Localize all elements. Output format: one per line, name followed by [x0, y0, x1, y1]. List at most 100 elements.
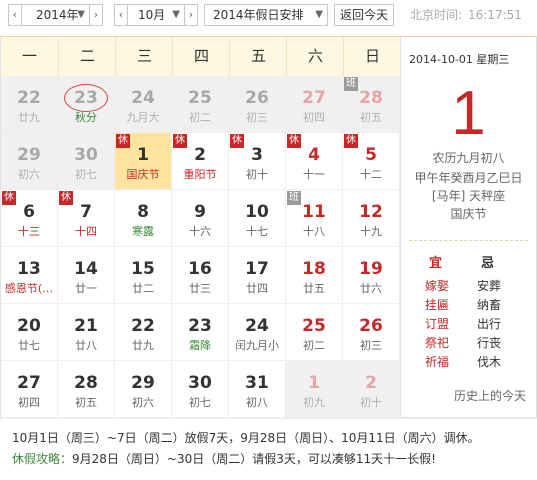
ganzhi-date: 甲午年癸酉月乙巳日: [414, 171, 523, 185]
day-cell[interactable]: 17 廿四: [229, 247, 286, 304]
day-cell[interactable]: 休 5 十二: [343, 133, 400, 190]
day-cell[interactable]: 31 初八: [229, 361, 286, 418]
lunar-label: 廿二: [132, 282, 154, 295]
day-number: 30: [74, 145, 98, 165]
zodiac-info: [马年] 天秤座: [431, 189, 506, 203]
prev-year-button[interactable]: ‹: [8, 4, 22, 26]
yi-item[interactable]: 祈福: [425, 353, 449, 372]
history-today-link[interactable]: 历史上的今天: [454, 387, 526, 404]
day-cell[interactable]: 24 九月大: [115, 76, 172, 133]
weekday-wed: 三: [115, 37, 173, 76]
lunar-label: 重阳节: [183, 168, 217, 181]
day-cell[interactable]: 2 初十: [343, 361, 400, 418]
day-number: 2: [365, 373, 377, 393]
day-cell[interactable]: 休 3 初十: [229, 133, 286, 190]
year-select-value: 2014年: [36, 8, 79, 22]
day-cell[interactable]: 8 寒露: [115, 190, 172, 247]
day-cell[interactable]: 25 初二: [172, 76, 229, 133]
tip-text: 9月28日（周日）~30日（周二）请假3天，可以凑够11天十一长假!: [72, 452, 436, 466]
day-cell[interactable]: 27 初四: [1, 361, 58, 418]
day-cell[interactable]: 21 廿八: [58, 304, 115, 361]
day-cell[interactable]: 22 廿九: [1, 76, 58, 133]
ji-item: 纳畜: [477, 298, 502, 312]
day-cell[interactable]: 19 廿六: [343, 247, 400, 304]
yi-item[interactable]: 嫁娶: [425, 277, 449, 296]
day-cell[interactable]: 10 十七: [229, 190, 286, 247]
day-number: 1: [308, 373, 320, 393]
day-cell[interactable]: 班 11 十八: [286, 190, 343, 247]
day-cell[interactable]: 23 秋分: [58, 76, 115, 133]
day-cell[interactable]: 26 初三: [343, 304, 400, 361]
day-cell[interactable]: 29 初六: [115, 361, 172, 418]
day-cell[interactable]: 13 感恩节(…: [1, 247, 58, 304]
day-cell[interactable]: 29 初六: [1, 133, 58, 190]
lunar-label: 十九: [360, 225, 382, 238]
day-number: 17: [245, 259, 269, 279]
lunar-label: 廿九: [18, 111, 40, 124]
day-cell[interactable]: 15 廿二: [115, 247, 172, 304]
day-cell[interactable]: 班 28 初五: [343, 76, 400, 133]
weekday-tue: 二: [58, 37, 116, 76]
prev-month-button[interactable]: ‹: [114, 4, 128, 26]
calendar-grid: 一 二 三 四 五 六 日 22 廿九 23 秋分 24 九月大 25 初二 26 初三 27 初四班…: [0, 36, 401, 418]
day-cell[interactable]: 20 廿七: [1, 304, 58, 361]
day-cell[interactable]: 24 闰九月小: [229, 304, 286, 361]
day-number: 8: [137, 202, 149, 222]
day-cell[interactable]: 26 初三: [229, 76, 286, 133]
lunar-label: 初八: [246, 396, 268, 409]
day-cell[interactable]: 14 廿一: [58, 247, 115, 304]
lunar-label: 初二: [189, 111, 211, 124]
day-cell[interactable]: 18 廿五: [286, 247, 343, 304]
day-cell[interactable]: 休 6 十三: [1, 190, 58, 247]
yi-item[interactable]: 祭祀: [425, 334, 449, 353]
lunar-label: 国庆节: [126, 168, 160, 181]
lunar-label: 初二: [303, 339, 325, 352]
day-cell[interactable]: 27 初四: [286, 76, 343, 133]
day-cell[interactable]: 休 1 国庆节: [115, 133, 172, 190]
lunar-label: 初四: [303, 111, 325, 124]
day-number: 18: [302, 259, 326, 279]
holiday-select[interactable]: 2014年假日安排 ▼: [204, 4, 328, 26]
lunar-label: 十四: [75, 225, 97, 238]
day-cell[interactable]: 30 初七: [58, 133, 115, 190]
day-number: 22: [131, 316, 155, 336]
lunar-label: 寒露: [132, 225, 154, 238]
lunar-label: 初九: [303, 396, 325, 409]
yi-item[interactable]: 挂匾: [425, 296, 449, 315]
day-number: 24: [245, 316, 269, 336]
day-cell[interactable]: 休 4 十一: [286, 133, 343, 190]
next-year-button[interactable]: ›: [89, 4, 103, 26]
beijing-clock: 北京时间: 16:17:51: [410, 4, 522, 26]
month-select[interactable]: 10月 ▼: [127, 4, 185, 26]
day-number: 27: [17, 373, 41, 393]
lunar-label: 初五: [75, 396, 97, 409]
back-to-today-button[interactable]: 返回今天: [334, 4, 394, 26]
day-number: 26: [245, 88, 269, 108]
weekday-fri: 五: [229, 37, 287, 76]
day-number: 14: [74, 259, 98, 279]
day-number: 22: [17, 88, 41, 108]
day-cell[interactable]: 23 霜降: [172, 304, 229, 361]
day-number: 29: [131, 373, 155, 393]
yi-item[interactable]: 订盟: [425, 315, 449, 334]
day-cell[interactable]: 22 廿九: [115, 304, 172, 361]
chevron-down-icon: ▼: [172, 9, 180, 20]
toolbar: ‹ 2014年 ▼ › ‹ 10月 ▼ › 2014年假日安排 ▼ 返回今天 北…: [0, 0, 537, 32]
day-cell[interactable]: 12 十九: [343, 190, 400, 247]
day-cell[interactable]: 9 十六: [172, 190, 229, 247]
day-cell[interactable]: 1 初九: [286, 361, 343, 418]
day-cell[interactable]: 28 初五: [58, 361, 115, 418]
day-cell[interactable]: 25 初二: [286, 304, 343, 361]
lunar-label: 初三: [360, 339, 382, 352]
next-month-button[interactable]: ›: [184, 4, 198, 26]
lunar-label: 初十: [360, 396, 382, 409]
day-cell[interactable]: 休 7 十四: [58, 190, 115, 247]
lunar-label: 初七: [189, 396, 211, 409]
lunar-label: 初六: [132, 396, 154, 409]
lunar-label: 十七: [246, 225, 268, 238]
year-select[interactable]: 2014年 ▼: [21, 4, 90, 26]
day-cell[interactable]: 休 2 重阳节: [172, 133, 229, 190]
day-cell[interactable]: 16 廿三: [172, 247, 229, 304]
day-number: 26: [359, 316, 383, 336]
day-cell[interactable]: 30 初七: [172, 361, 229, 418]
